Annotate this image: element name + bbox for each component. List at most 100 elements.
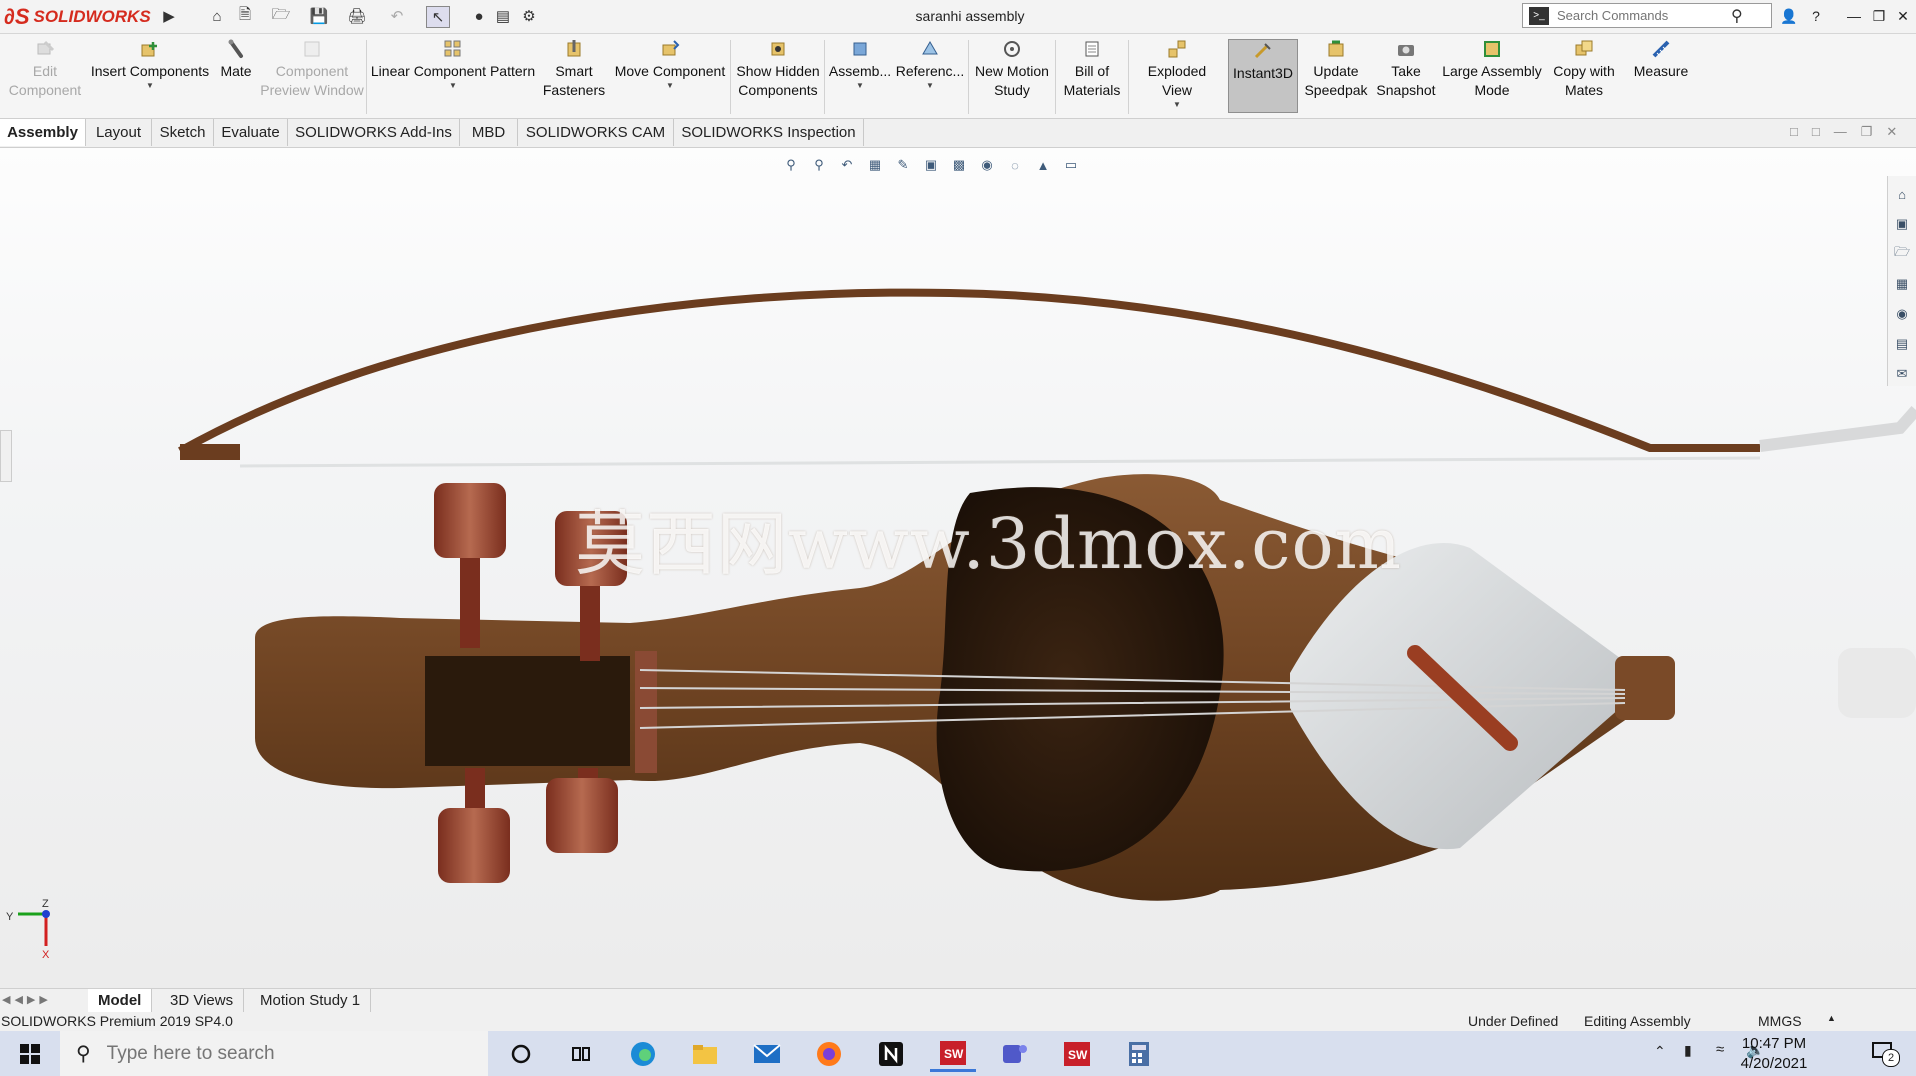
firefox-icon[interactable] — [806, 1036, 852, 1072]
insert-components-button[interactable]: Insert Components ▼ — [88, 38, 212, 114]
component-preview-window-button[interactable]: Component Preview Window — [260, 38, 364, 114]
close-icon[interactable]: ✕ — [1892, 5, 1914, 27]
new-document-icon[interactable]: 🗎 — [234, 6, 256, 26]
rebuild-icon[interactable]: ● — [468, 6, 490, 26]
separator — [730, 40, 731, 114]
bill-of-materials-button[interactable]: Bill of Materials — [1058, 38, 1126, 114]
units-caret-icon[interactable]: ▲ — [1827, 1013, 1836, 1023]
select-icon[interactable]: ↖ — [426, 6, 450, 28]
restore-icon[interactable]: ❐ — [1868, 5, 1890, 27]
tab-evaluate[interactable]: Evaluate — [214, 119, 288, 146]
print-icon[interactable]: 🖨 — [346, 6, 368, 26]
search-commands-box[interactable]: >_ ⚲ — [1522, 3, 1772, 28]
tab-mbd[interactable]: MBD — [460, 119, 518, 146]
speedpak-icon — [1325, 38, 1347, 60]
assembly-features-button[interactable]: Assemb... ▼ — [828, 38, 892, 114]
tab-model[interactable]: Model — [88, 989, 153, 1012]
custom-properties-icon[interactable]: ▤ — [1890, 332, 1914, 356]
search-mode-icon[interactable]: >_ — [1529, 6, 1549, 25]
reference-geometry-button[interactable]: Referenc... ▼ — [894, 38, 966, 114]
move-component-button[interactable]: Move Component ▼ — [612, 38, 728, 114]
solidworks-2019-icon[interactable]: SW — [930, 1036, 976, 1072]
forum-icon[interactable]: ✉ — [1890, 362, 1914, 386]
tab-assembly[interactable]: Assembly — [0, 119, 86, 146]
search-icon[interactable]: ⚲ — [1731, 6, 1743, 26]
linear-component-pattern-button[interactable]: Linear Component Pattern ▼ — [370, 38, 536, 114]
start-button[interactable] — [0, 1031, 60, 1076]
graphics-area[interactable]: ⚲ ⚲ ↶ ▦ ✎ ▣ ▩ ◉ ◌ ▲ ▭ 莫西网www.3dmox.com Y… — [0, 148, 1916, 988]
tab-scroll-arrows[interactable]: ◀◀▶▶ — [2, 993, 52, 1006]
options-gear-icon[interactable]: ⚙ — [518, 6, 540, 26]
edge-browser-icon[interactable] — [620, 1036, 666, 1072]
dropdown-caret-icon[interactable]: ▼ — [926, 81, 934, 91]
exploded-view-button[interactable]: Exploded View ▼ — [1132, 38, 1222, 114]
dropdown-caret-icon[interactable]: ▼ — [666, 81, 674, 91]
large-assembly-mode-button[interactable]: Large Assembly Mode — [1442, 38, 1542, 114]
show-hidden-icons-chevron-icon[interactable]: ⌃ — [1654, 1043, 1666, 1060]
search-commands-input[interactable] — [1555, 7, 1729, 24]
menu-expand-icon[interactable]: ▶ — [158, 6, 180, 26]
tab-sketch[interactable]: Sketch — [152, 119, 214, 146]
undo-icon[interactable]: ↶ — [386, 6, 408, 26]
home-icon[interactable]: ⌂ — [206, 6, 228, 26]
svg-text:SW: SW — [1068, 1048, 1088, 1062]
new-motion-study-button[interactable]: New Motion Study — [972, 38, 1052, 114]
viewport-window-controls[interactable]: □□—❐✕ — [1790, 124, 1911, 140]
update-speedpak-button[interactable]: Update Speedpak — [1302, 38, 1370, 114]
tab-solidworks-inspection[interactable]: SOLIDWORKS Inspection — [674, 119, 864, 146]
separator — [968, 40, 969, 114]
open-icon[interactable]: 🗁 — [270, 6, 292, 26]
design-library-icon[interactable]: ▣ — [1890, 212, 1914, 236]
insert-components-icon — [139, 38, 161, 60]
taskbar-search[interactable]: ⚲ — [60, 1031, 488, 1076]
tab-layout[interactable]: Layout — [86, 119, 152, 146]
copy-with-mates-button[interactable]: Copy with Mates — [1544, 38, 1624, 114]
battery-icon[interactable]: ▮ — [1684, 1042, 1692, 1059]
notion-icon[interactable] — [868, 1036, 914, 1072]
clock[interactable]: 10:47 PM 4/20/2021 — [1724, 1034, 1824, 1074]
mate-button[interactable]: Mate — [214, 38, 258, 114]
take-snapshot-button[interactable]: Take Snapshot — [1372, 38, 1440, 114]
file-properties-icon[interactable]: ▤ — [492, 6, 514, 26]
task-view-icon[interactable] — [558, 1036, 604, 1072]
cortana-icon[interactable] — [498, 1036, 544, 1072]
show-hidden-components-button[interactable]: Show Hidden Components — [734, 38, 822, 114]
calculator-icon[interactable] — [1116, 1036, 1162, 1072]
brand-name: SOLIDWORKS — [33, 6, 151, 26]
smart-fasteners-button[interactable]: Smart Fasteners — [538, 38, 610, 114]
dropdown-caret-icon[interactable]: ▼ — [856, 81, 864, 91]
minimize-icon[interactable]: — — [1843, 5, 1865, 27]
mate-icon — [225, 38, 247, 60]
measure-button[interactable]: Measure — [1626, 38, 1696, 114]
tab-3d-views[interactable]: 3D Views — [160, 989, 245, 1012]
tab-solidworks-add-ins[interactable]: SOLIDWORKS Add-Ins — [288, 119, 460, 146]
taskbar-search-input[interactable] — [104, 1041, 469, 1066]
mail-icon[interactable] — [744, 1036, 790, 1072]
dropdown-caret-icon[interactable]: ▼ — [449, 81, 457, 91]
faded-component[interactable] — [1838, 648, 1916, 718]
resources-home-icon[interactable]: ⌂ — [1890, 182, 1914, 206]
units-selector[interactable]: MMGS — [1758, 1013, 1802, 1029]
solidworks-logo[interactable]: ∂S SOLIDWORKS — [4, 2, 154, 31]
wifi-icon[interactable]: ≈ — [1716, 1041, 1724, 1058]
file-explorer-icon[interactable] — [682, 1036, 728, 1072]
reference-geometry-icon — [919, 38, 941, 60]
feature-manager-toggle[interactable] — [0, 430, 12, 482]
file-explorer-icon[interactable]: 🗁 — [1890, 242, 1914, 266]
dropdown-caret-icon[interactable]: ▼ — [1173, 100, 1181, 110]
tab-motion-study-1[interactable]: Motion Study 1 — [250, 989, 372, 1012]
bow[interactable] — [178, 288, 1916, 468]
teams-icon[interactable] — [992, 1036, 1038, 1072]
notifications-button[interactable]: 2 — [1870, 1039, 1900, 1067]
linear-pattern-icon — [442, 38, 464, 60]
view-palette-icon[interactable]: ▦ — [1890, 272, 1914, 296]
dropdown-caret-icon[interactable]: ▼ — [146, 81, 154, 91]
instant3d-button[interactable]: Instant3D — [1228, 39, 1298, 113]
user-icon[interactable]: 👤 — [1778, 5, 1800, 27]
help-icon[interactable]: ? — [1805, 5, 1827, 27]
tab-solidworks-cam[interactable]: SOLIDWORKS CAM — [518, 119, 674, 146]
appearances-icon[interactable]: ◉ — [1890, 302, 1914, 326]
edit-component-button[interactable]: Edit Component — [4, 38, 86, 114]
save-icon[interactable]: 💾 — [308, 6, 330, 26]
solidworks-icon[interactable]: SW — [1054, 1036, 1100, 1072]
